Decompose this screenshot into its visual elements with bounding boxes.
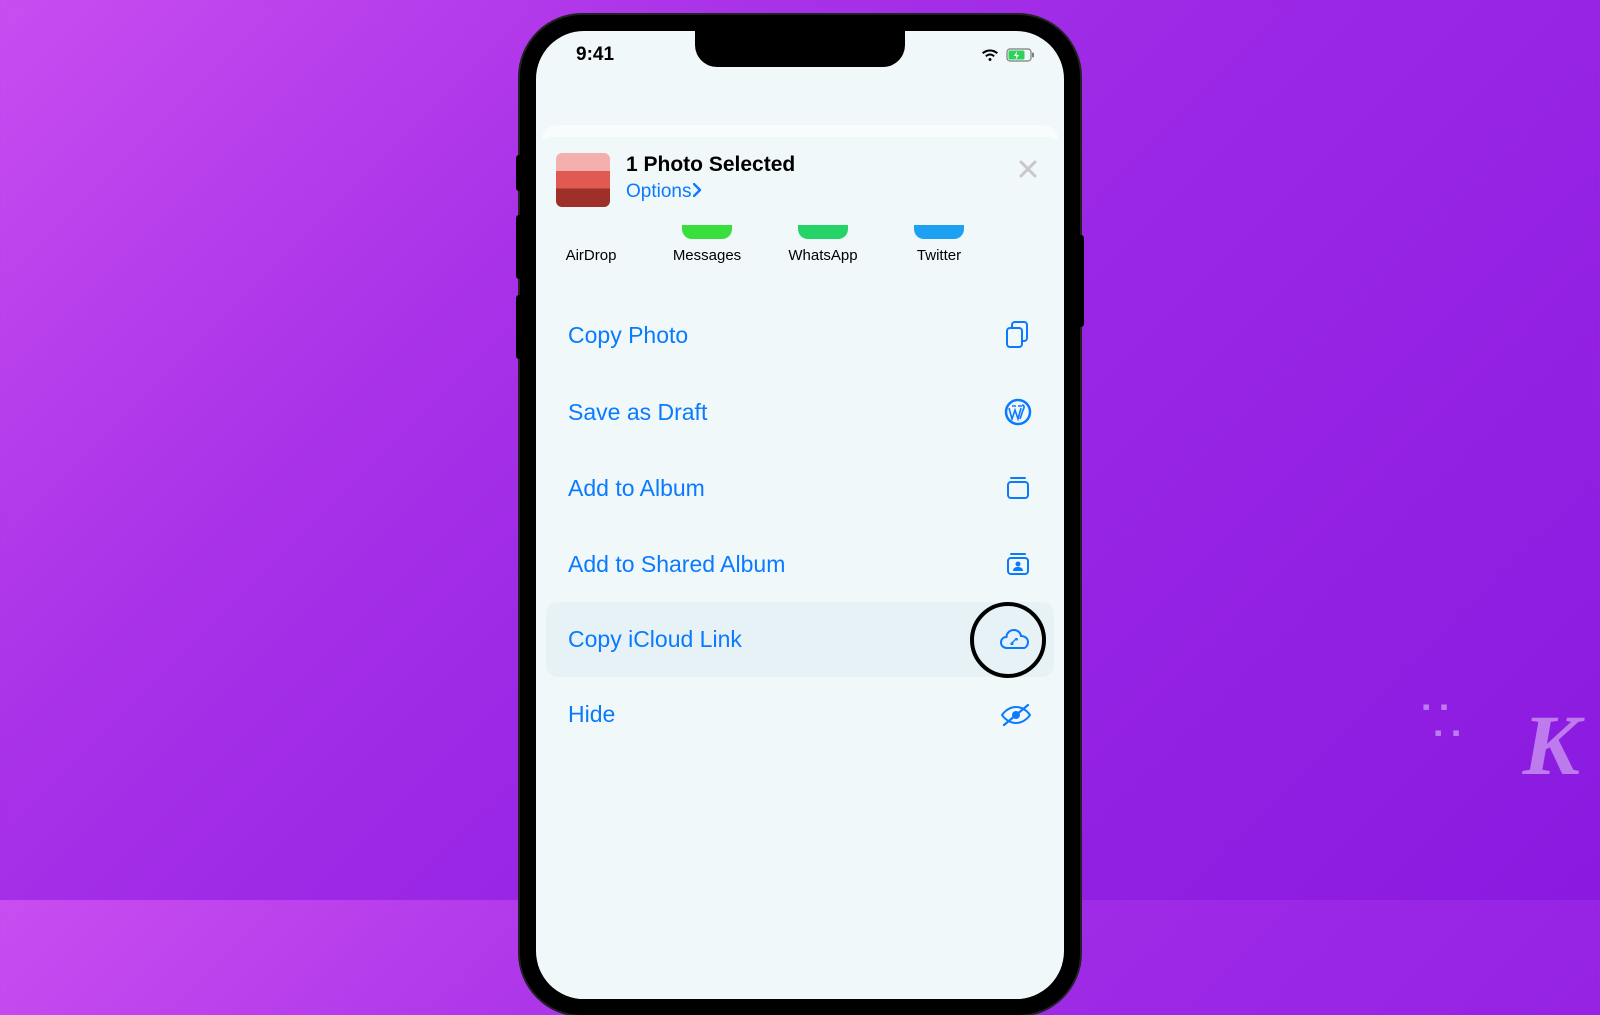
phone-frame: 9:41 1 Photo Selected Options xyxy=(520,15,1080,1015)
twitter-icon xyxy=(914,225,964,239)
action-save-as-draft[interactable]: Save as Draft xyxy=(538,374,1062,450)
share-app-whatsapp[interactable]: WhatsApp xyxy=(786,225,860,264)
header-text: 1 Photo Selected Options xyxy=(626,153,996,203)
share-app-messages[interactable]: Messages xyxy=(670,225,744,264)
airdrop-icon xyxy=(566,225,616,239)
action-label: Save as Draft xyxy=(568,399,707,426)
app-label: AirDrop xyxy=(566,247,617,264)
action-label: Copy Photo xyxy=(568,322,688,349)
photo-thumbnail[interactable] xyxy=(556,153,610,207)
options-label: Options xyxy=(626,181,691,203)
share-sheet-header: 1 Photo Selected Options xyxy=(538,137,1062,215)
phone-notch xyxy=(695,31,905,67)
chevron-right-icon xyxy=(693,181,702,203)
action-add-to-album[interactable]: Add to Album xyxy=(538,450,1062,526)
status-icons xyxy=(980,48,1036,62)
mute-switch xyxy=(516,155,520,191)
action-label: Add to Shared Album xyxy=(568,551,785,578)
wifi-icon xyxy=(980,48,1000,62)
app-label: WhatsApp xyxy=(788,247,857,264)
actions-list: Copy Photo Save as Draft Add to Album xyxy=(538,280,1062,768)
share-sheet-title: 1 Photo Selected xyxy=(626,153,996,177)
status-time: 9:41 xyxy=(564,44,614,66)
options-link[interactable]: Options xyxy=(626,181,996,203)
album-icon xyxy=(1004,474,1032,502)
copy-icon xyxy=(1004,320,1032,350)
close-button[interactable] xyxy=(1012,153,1044,185)
power-button xyxy=(1080,235,1084,327)
action-label: Copy iCloud Link xyxy=(568,626,742,653)
volume-up-button xyxy=(516,215,520,279)
app-label: Messages xyxy=(673,247,741,264)
action-label: Hide xyxy=(568,701,615,728)
logo-dots: ▪▪ xyxy=(1434,720,1470,746)
share-app-twitter[interactable]: Twitter xyxy=(902,225,976,264)
share-app-airdrop[interactable]: AirDrop xyxy=(554,225,628,264)
shared-album-icon xyxy=(1004,550,1032,578)
phone-screen: 9:41 1 Photo Selected Options xyxy=(536,31,1064,999)
cloud-link-icon xyxy=(998,627,1032,653)
logo-dots: ▪▪ xyxy=(1422,694,1458,720)
wordpress-icon xyxy=(1004,398,1032,426)
messages-icon xyxy=(682,225,732,239)
volume-down-button xyxy=(516,295,520,359)
app-label: Twitter xyxy=(917,247,961,264)
action-copy-photo[interactable]: Copy Photo xyxy=(538,296,1062,374)
share-apps-row[interactable]: AirDrop Messages WhatsApp Twitter xyxy=(538,215,1062,280)
brand-logo: K xyxy=(1523,695,1576,795)
action-label: Add to Album xyxy=(568,475,705,502)
action-hide[interactable]: Hide xyxy=(538,677,1062,752)
action-add-to-shared-album[interactable]: Add to Shared Album xyxy=(538,526,1062,602)
battery-icon xyxy=(1006,48,1036,62)
action-copy-icloud-link[interactable]: Copy iCloud Link xyxy=(546,602,1054,677)
eye-slash-icon xyxy=(1000,703,1032,727)
whatsapp-icon xyxy=(798,225,848,239)
share-sheet: 1 Photo Selected Options AirDrop xyxy=(538,137,1062,999)
